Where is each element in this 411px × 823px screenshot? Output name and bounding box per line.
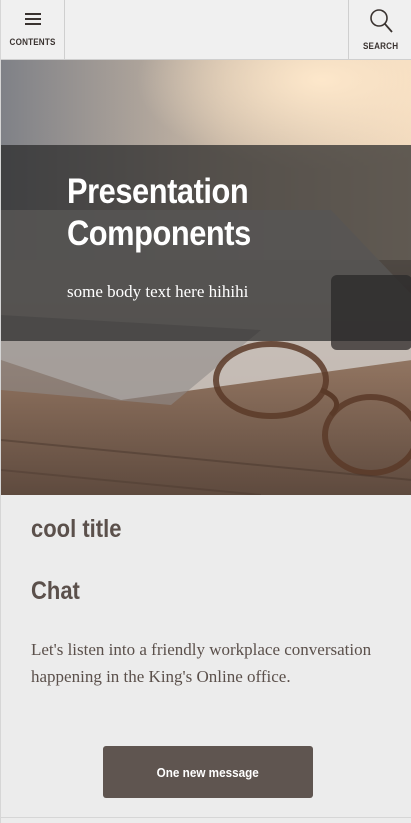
page: CONTENTS SEARCH Presentation Components … [0,0,411,823]
chat-heading: Chat [31,577,80,605]
top-bar: CONTENTS SEARCH [1,0,411,60]
search-button[interactable]: SEARCH [348,0,411,59]
contents-label: CONTENTS [9,37,56,47]
hamburger-icon [24,12,42,31]
search-label: SEARCH [362,41,399,51]
chat-description: Let's listen into a friendly workplace c… [31,640,372,686]
cool-title-heading: cool title [31,515,122,543]
new-message-button[interactable]: One new message [103,746,313,798]
hero-banner: Presentation Components some body text h… [1,60,411,495]
bottom-divider [1,817,411,818]
hero-title: Presentation Components [67,172,251,253]
new-message-label: One new message [156,764,260,780]
contents-button[interactable]: CONTENTS [1,0,65,59]
hero-body-text: some body text here hihihi [67,282,249,301]
search-icon [368,8,394,39]
